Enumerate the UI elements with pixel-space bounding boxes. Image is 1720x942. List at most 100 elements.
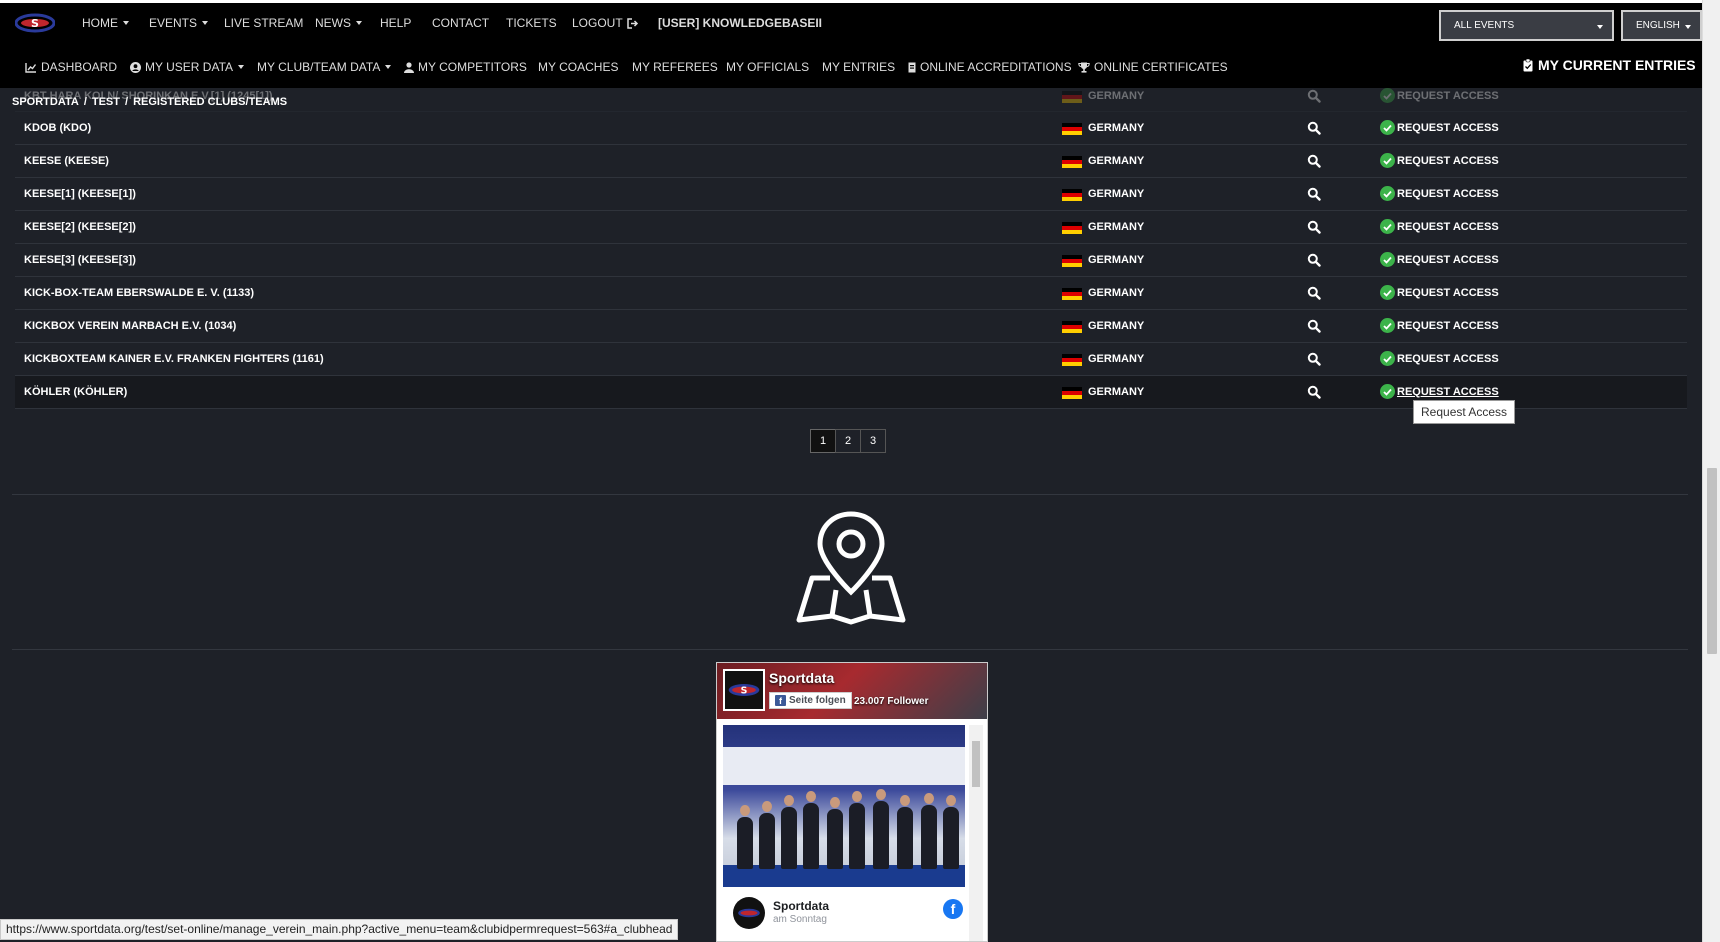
- request-access-label: REQUEST ACCESS: [1397, 385, 1499, 398]
- my-current-entries-button[interactable]: MY CURRENT ENTRIES: [1523, 57, 1696, 73]
- search-icon[interactable]: [1307, 352, 1321, 366]
- nav-tickets-label: TICKETS: [506, 16, 557, 30]
- subnav-my-user-data[interactable]: MY USER DATA: [130, 60, 245, 74]
- facebook-icon[interactable]: f: [943, 899, 963, 919]
- request-access-link[interactable]: REQUEST ACCESS: [1380, 285, 1499, 300]
- subnav-online-accreditations[interactable]: ONLINE ACCREDITATIONS: [908, 60, 1072, 74]
- search-icon[interactable]: [1307, 89, 1321, 103]
- country-name: GERMANY: [1088, 122, 1145, 134]
- search-icon[interactable]: [1307, 319, 1321, 333]
- post-author[interactable]: Sportdata: [773, 899, 829, 913]
- nav-home[interactable]: HOME: [82, 16, 129, 30]
- request-access-link[interactable]: REQUEST ACCESS: [1380, 384, 1499, 399]
- request-access-link[interactable]: REQUEST ACCESS: [1380, 120, 1499, 135]
- divider: [12, 649, 1688, 650]
- subnav-my-entries[interactable]: MY ENTRIES: [822, 60, 895, 74]
- subnav-my-referees[interactable]: MY REFEREES: [632, 60, 718, 74]
- post-photo[interactable]: [723, 725, 965, 887]
- nav-live-stream[interactable]: LIVE STREAM: [224, 16, 303, 30]
- divider: [12, 494, 1688, 495]
- nav-user-label: [USER] KNOWLEDGEBASEII: [658, 16, 823, 30]
- breadcrumb-item[interactable]: SPORTDATA: [12, 96, 79, 108]
- subnav-my-competitors[interactable]: MY COMPETITORS: [404, 60, 527, 74]
- club-name: KICK-BOX-TEAM EBERSWALDE E. V. (1133): [24, 287, 255, 299]
- request-access-link[interactable]: REQUEST ACCESS: [1380, 88, 1499, 103]
- nav-home-label: HOME: [82, 16, 118, 30]
- germany-flag-icon: [1062, 321, 1082, 333]
- check-circle-icon: [1380, 318, 1395, 333]
- germany-flag-icon: [1062, 288, 1082, 300]
- page-scrollbar[interactable]: [1702, 0, 1720, 942]
- breadcrumb-item: REGISTERED CLUBS/TEAMS: [133, 96, 288, 108]
- nav-help[interactable]: HELP: [380, 16, 411, 30]
- table-row: KICKBOXTEAM KAINER E.V. FRANKEN FIGHTERS…: [15, 343, 1687, 376]
- nav-logout[interactable]: LOGOUT: [572, 16, 639, 30]
- request-access-link[interactable]: REQUEST ACCESS: [1380, 219, 1499, 234]
- subnav-dashboard[interactable]: DASHBOARD: [25, 60, 117, 74]
- facebook-page-name[interactable]: Sportdata: [769, 670, 834, 686]
- page-button[interactable]: 2: [835, 429, 861, 453]
- nav-contact-label: CONTACT: [432, 16, 490, 30]
- chevron-down-icon: [1685, 25, 1691, 29]
- subnav-online-certificates-label: ONLINE CERTIFICATES: [1094, 60, 1228, 74]
- table-row: KEESE[2] (KEESE[2]) GERMANY REQUEST ACCESS: [15, 211, 1687, 244]
- photo-person: [849, 791, 865, 869]
- follow-page-button[interactable]: f Seite folgen: [769, 692, 852, 709]
- subnav-online-accreditations-label: ONLINE ACCREDITATIONS: [920, 60, 1072, 74]
- subnav-my-officials-label: MY OFFICIALS: [726, 60, 810, 74]
- page-button[interactable]: 3: [860, 429, 886, 453]
- search-icon[interactable]: [1307, 121, 1321, 135]
- request-access-link[interactable]: REQUEST ACCESS: [1380, 351, 1499, 366]
- photo-banner: [723, 747, 965, 785]
- check-circle-icon: [1380, 384, 1395, 399]
- page-button[interactable]: 1: [810, 429, 836, 453]
- table-row: KDOB (KDO) GERMANY REQUEST ACCESS: [15, 112, 1687, 145]
- facebook-header: S Sportdata f Seite folgen 23.007 Follow…: [717, 663, 987, 719]
- request-access-label: REQUEST ACCESS: [1397, 253, 1499, 266]
- subnav-dashboard-label: DASHBOARD: [41, 60, 118, 74]
- search-icon[interactable]: [1307, 154, 1321, 168]
- nav-news[interactable]: NEWS: [315, 16, 362, 30]
- search-icon[interactable]: [1307, 385, 1321, 399]
- country-name: GERMANY: [1088, 254, 1145, 266]
- germany-flag-icon: [1062, 156, 1082, 168]
- post-time[interactable]: am Sonntag: [773, 914, 827, 925]
- club-name: KICKBOX VEREIN MARBACH E.V. (1034): [24, 320, 237, 332]
- subnav-online-certificates[interactable]: ONLINE CERTIFICATES: [1078, 60, 1228, 74]
- nav-events[interactable]: EVENTS: [149, 16, 209, 30]
- country-name: GERMANY: [1088, 353, 1145, 365]
- breadcrumb-item[interactable]: TEST: [92, 96, 120, 108]
- search-icon[interactable]: [1307, 187, 1321, 201]
- check-circle-icon: [1380, 351, 1395, 366]
- request-access-link[interactable]: REQUEST ACCESS: [1380, 318, 1499, 333]
- subnav-my-club-team-data[interactable]: MY CLUB/TEAM DATA: [257, 60, 392, 74]
- events-select[interactable]: ALL EVENTS: [1439, 10, 1614, 41]
- request-access-link[interactable]: REQUEST ACCESS: [1380, 252, 1499, 267]
- subnav-my-referees-label: MY REFEREES: [632, 60, 718, 74]
- request-access-label: REQUEST ACCESS: [1397, 220, 1499, 233]
- subnav-my-coaches[interactable]: MY COACHES: [538, 60, 618, 74]
- caret-down-icon: [385, 65, 392, 69]
- nav-contact[interactable]: CONTACT: [432, 16, 489, 30]
- search-icon[interactable]: [1307, 253, 1321, 267]
- nav-tickets[interactable]: TICKETS: [506, 16, 557, 30]
- scroll-thumb[interactable]: [1707, 468, 1717, 654]
- request-access-link[interactable]: REQUEST ACCESS: [1380, 153, 1499, 168]
- sportdata-logo[interactable]: S: [723, 669, 765, 711]
- facebook-page-widget[interactable]: S Sportdata f Seite folgen 23.007 Follow…: [716, 662, 988, 942]
- nav-events-label: EVENTS: [149, 16, 198, 30]
- post-avatar[interactable]: [733, 897, 765, 929]
- sportdata-logo[interactable]: S: [15, 13, 55, 33]
- language-select[interactable]: ENGLISH: [1621, 10, 1702, 41]
- club-name: KDOB (KDO): [24, 122, 92, 134]
- nav-user[interactable]: [USER] KNOWLEDGEBASEII: [658, 16, 822, 30]
- search-icon[interactable]: [1307, 286, 1321, 300]
- subnav-my-officials[interactable]: MY OFFICIALS: [726, 60, 809, 74]
- search-icon[interactable]: [1307, 220, 1321, 234]
- germany-flag-icon: [1062, 387, 1082, 399]
- request-access-label: REQUEST ACCESS: [1397, 286, 1499, 299]
- widget-scrollbar[interactable]: [969, 725, 983, 941]
- country-name: GERMANY: [1088, 188, 1145, 200]
- request-access-link[interactable]: REQUEST ACCESS: [1380, 186, 1499, 201]
- scroll-thumb[interactable]: [972, 741, 980, 787]
